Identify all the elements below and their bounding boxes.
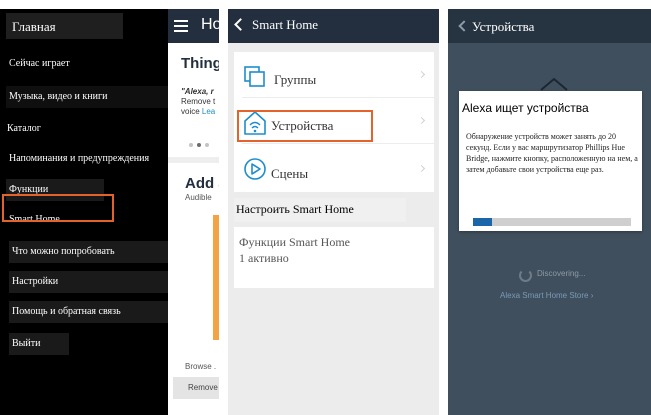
highlight-smart-home [2, 194, 114, 222]
devices-header: Устройства [448, 9, 651, 43]
scenes-icon [244, 158, 266, 180]
row-groups[interactable]: Группы [234, 52, 434, 98]
smart-home-functions-card[interactable]: Функции Smart Home 1 активно [234, 227, 434, 288]
background-separator [168, 157, 219, 163]
functions-status: 1 активно [239, 251, 289, 265]
devices-panel: Устройства Alexa ищет устройства Обнаруж… [448, 9, 651, 415]
discovering-status: Discovering... [537, 269, 586, 278]
discovery-dialog: Alexa ищет устройства Обнаружение устрой… [459, 91, 642, 231]
menu-title: Главная [12, 19, 56, 34]
discovery-progress-fill [473, 218, 492, 226]
menu-item-things-to-try[interactable]: Что можно попробовать [9, 241, 168, 263]
smart-home-title: Smart Home [252, 17, 319, 32]
background-app-header: Ho [168, 9, 219, 43]
learn-more-link[interactable]: Lea [202, 107, 215, 116]
menu-header[interactable]: Главная [6, 13, 123, 39]
house-roof-icon [540, 77, 568, 91]
back-chevron-icon[interactable] [234, 18, 247, 31]
background-remove-button[interactable]: Remove [173, 377, 219, 399]
loading-spinner-icon [519, 269, 532, 282]
chevron-right-icon [417, 164, 426, 173]
highlight-devices [237, 110, 373, 142]
background-card-quote: "Alexa, r Remove t voice Lea [181, 87, 216, 116]
background-header-title: Ho [201, 16, 219, 33]
background-card-title: Thing [181, 55, 219, 72]
chevron-right-icon: › [590, 291, 594, 300]
menu-panel: Ho Thing "Alexa, r Remove t voice Lea Ad… [0, 9, 219, 415]
functions-title: Функции Smart Home [239, 235, 350, 249]
dialog-title: Alexa ищет устройства [462, 101, 589, 115]
back-chevron-icon[interactable] [458, 20, 470, 32]
hamburger-menu-icon[interactable] [174, 20, 188, 32]
menu-item-help-feedback[interactable]: Помощь и обратная связь [9, 301, 168, 323]
background-add-title: Add a [185, 175, 219, 192]
menu-item-catalog[interactable]: Каталог [4, 118, 168, 140]
background-add-subtitle: Audible [185, 193, 212, 202]
smart-home-store-link[interactable]: Alexa Smart Home Store › [500, 291, 593, 300]
devices-title: Устройства [472, 19, 535, 34]
carousel-dots [189, 134, 213, 152]
menu-item-music[interactable]: Музыка, видео и книги [6, 86, 168, 108]
row-scenes-label: Сцены [271, 166, 309, 181]
smart-home-header: Smart Home [228, 9, 439, 43]
dialog-text: Обнаружение устройств может занять до 20… [466, 132, 638, 174]
menu-item-settings[interactable]: Настройки [9, 271, 168, 293]
chevron-right-icon [417, 70, 426, 79]
smart-home-panel: Smart Home Группы Устройства Сцены Настр… [228, 9, 439, 415]
background-browse-text: Browse . [185, 362, 217, 371]
row-scenes[interactable]: Сцены [234, 146, 434, 192]
configure-section-header: Настроить Smart Home [234, 198, 406, 222]
menu-item-now-playing[interactable]: Сейчас играет [6, 53, 114, 75]
groups-icon [244, 66, 265, 87]
configure-section-title: Настроить Smart Home [236, 202, 354, 216]
menu-item-sign-out[interactable]: Выйти [9, 333, 69, 355]
background-accent-bar [213, 215, 219, 340]
screenshot-stage: Ho Thing "Alexa, r Remove t voice Lea Ad… [0, 0, 651, 415]
row-groups-label: Группы [274, 72, 317, 87]
menu-item-reminders[interactable]: Напоминания и предупреждения [6, 148, 168, 170]
discovery-progress-bar [473, 218, 631, 226]
row-divider [242, 143, 434, 144]
chevron-right-icon [417, 116, 426, 125]
